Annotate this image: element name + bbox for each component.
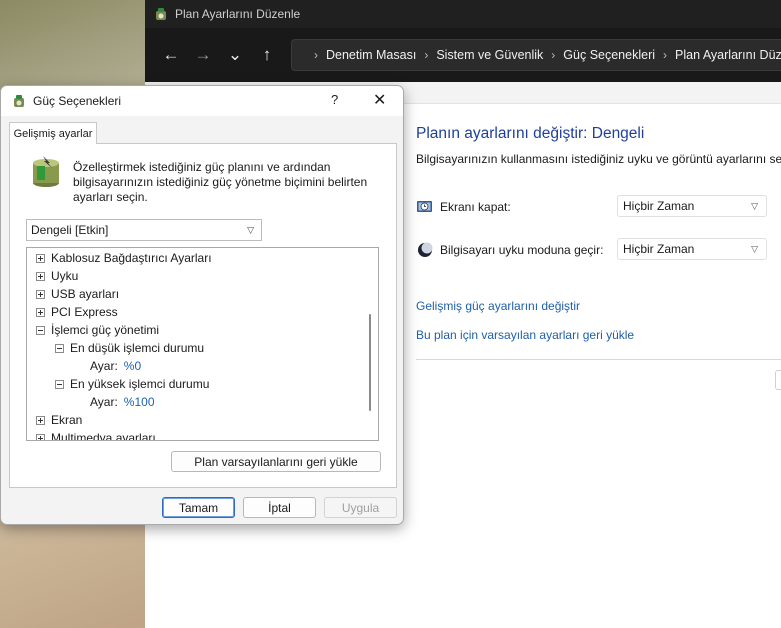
save-changes-button-edge[interactable] <box>775 370 781 390</box>
advanced-power-settings-link[interactable]: Gelişmiş güç ayarlarını değiştir <box>416 299 580 313</box>
power-options-dialog: Güç Seçenekleri ? ✕ Gelişmiş ayarlar Öze… <box>0 85 404 525</box>
tree-setting-min[interactable]: Ayar: %0 <box>90 357 141 375</box>
dialog-title: Güç Seçenekleri <box>33 94 122 108</box>
tree-node-label: PCI Express <box>51 305 118 319</box>
sleep-value: Hiçbir Zaman <box>623 242 695 256</box>
dialog-title-bar: Güç Seçenekleri ? ✕ <box>1 86 403 116</box>
chevron-down-icon: ▽ <box>751 243 758 254</box>
expand-icon[interactable] <box>36 271 45 281</box>
breadcrumb-item[interactable]: Plan Ayarlarını Düzenle <box>675 48 781 62</box>
tree-node-sleep[interactable]: Uyku <box>36 267 78 285</box>
expand-icon[interactable] <box>36 433 45 440</box>
cp-title: Plan Ayarlarını Düzenle <box>175 7 301 21</box>
display-off-dropdown[interactable]: Hiçbir Zaman ▽ <box>617 195 767 217</box>
tree-node-display[interactable]: Ekran <box>36 411 82 429</box>
sleep-dropdown[interactable]: Hiçbir Zaman ▽ <box>617 238 767 260</box>
setting-label: Ayar: <box>90 359 118 373</box>
battery-icon <box>33 156 59 187</box>
tree-node-max-state[interactable]: En yüksek işlemci durumu <box>55 375 209 393</box>
tree-scrollbar[interactable] <box>369 314 371 411</box>
breadcrumb-separator-icon: › <box>424 48 429 62</box>
moon-icon <box>418 242 433 257</box>
tree-node-label: Kablosuz Bağdaştırıcı Ayarları <box>51 251 212 265</box>
tree-node-label: Ekran <box>51 413 83 427</box>
breadcrumb-item[interactable]: Denetim Masası <box>326 48 416 62</box>
display-off-row: Ekranı kapat: <box>416 198 511 216</box>
advanced-settings-panel: Özelleştirmek istediğiniz güç planını ve… <box>9 143 397 488</box>
forward-arrow-icon[interactable]: → <box>187 39 219 71</box>
breadcrumb-separator-icon: › <box>551 48 556 62</box>
page-title: Planın ayarlarını değiştir: Dengeli <box>416 125 645 142</box>
tree-node-wireless[interactable]: Kablosuz Bağdaştırıcı Ayarları <box>36 249 212 267</box>
settings-tree[interactable]: Kablosuz Bağdaştırıcı Ayarları Uyku USB … <box>26 247 379 441</box>
breadcrumb-item[interactable]: Sistem ve Güvenlik <box>436 48 543 62</box>
cancel-button[interactable]: İptal <box>243 497 316 518</box>
tree-node-usb[interactable]: USB ayarları <box>36 285 119 303</box>
setting-value[interactable]: %100 <box>124 395 155 409</box>
expand-icon[interactable] <box>36 289 45 299</box>
display-off-value: Hiçbir Zaman <box>623 199 695 213</box>
ok-button[interactable]: Tamam <box>162 497 235 518</box>
breadcrumb-item[interactable]: Güç Seçenekleri <box>563 48 655 62</box>
setting-value[interactable]: %0 <box>124 359 141 373</box>
expand-icon[interactable] <box>36 415 45 425</box>
divider <box>416 359 781 360</box>
sleep-label: Bilgisayarı uyku moduna geçir: <box>440 243 604 257</box>
monitor-clock-icon <box>417 201 432 212</box>
tree-node-label: Multimedya ayarları <box>51 431 156 441</box>
recent-locations-chevron-icon[interactable]: ⌄ <box>219 39 251 71</box>
tree-node-cpu[interactable]: İşlemci güç yönetimi <box>36 321 159 339</box>
apply-button[interactable]: Uygula <box>324 497 397 518</box>
tab-advanced-settings[interactable]: Gelişmiş ayarlar <box>9 122 97 144</box>
breadcrumb-separator-icon: › <box>314 48 318 62</box>
cp-nav-bar: ← → ⌄ ↑ › Denetim Masası › Sistem ve Güv… <box>145 28 781 82</box>
expand-icon[interactable] <box>36 307 45 317</box>
tree-node-pci[interactable]: PCI Express <box>36 303 118 321</box>
tree-node-label: İşlemci güç yönetimi <box>51 323 160 337</box>
power-options-icon <box>156 8 166 20</box>
page-subtitle: Bilgisayarınızın kullanmasını istediğini… <box>416 152 781 166</box>
dialog-description: Özelleştirmek istediğiniz güç planını ve… <box>73 160 368 204</box>
setting-label: Ayar: <box>90 395 118 409</box>
tree-node-label: En düşük işlemci durumu <box>70 341 205 355</box>
tree-node-label: En yüksek işlemci durumu <box>70 377 210 391</box>
expand-icon[interactable] <box>36 253 45 263</box>
tree-setting-max[interactable]: Ayar: %100 <box>90 393 155 411</box>
power-options-icon <box>14 95 24 107</box>
help-icon[interactable]: ? <box>331 92 338 107</box>
chevron-down-icon: ▽ <box>247 224 254 235</box>
tree-node-min-state[interactable]: En düşük işlemci durumu <box>55 339 204 357</box>
back-arrow-icon[interactable]: ← <box>155 39 187 71</box>
tree-node-label: USB ayarları <box>51 287 120 301</box>
up-arrow-icon[interactable]: ↑ <box>251 39 283 71</box>
restore-plan-defaults-button[interactable]: Plan varsayılanlarını geri yükle <box>171 451 381 472</box>
collapse-icon[interactable] <box>36 325 45 335</box>
close-icon[interactable]: ✕ <box>373 90 386 110</box>
display-off-label: Ekranı kapat: <box>440 200 511 214</box>
power-plan-dropdown[interactable]: Dengeli [Etkin] ▽ <box>26 219 262 241</box>
address-bar[interactable]: › Denetim Masası › Sistem ve Güvenlik › … <box>291 39 781 71</box>
plan-selected-value: Dengeli [Etkin] <box>31 223 109 237</box>
breadcrumb-separator-icon: › <box>663 48 668 62</box>
collapse-icon[interactable] <box>55 343 64 353</box>
tree-node-multimedia[interactable]: Multimedya ayarları <box>36 429 156 441</box>
restore-plan-defaults-link[interactable]: Bu plan için varsayılan ayarları geri yü… <box>416 328 634 342</box>
tree-node-label: Uyku <box>51 269 79 283</box>
chevron-down-icon: ▽ <box>751 200 758 211</box>
cp-title-bar: Plan Ayarlarını Düzenle <box>145 0 781 28</box>
collapse-icon[interactable] <box>55 379 64 389</box>
sleep-row: Bilgisayarı uyku moduna geçir: <box>416 241 603 259</box>
